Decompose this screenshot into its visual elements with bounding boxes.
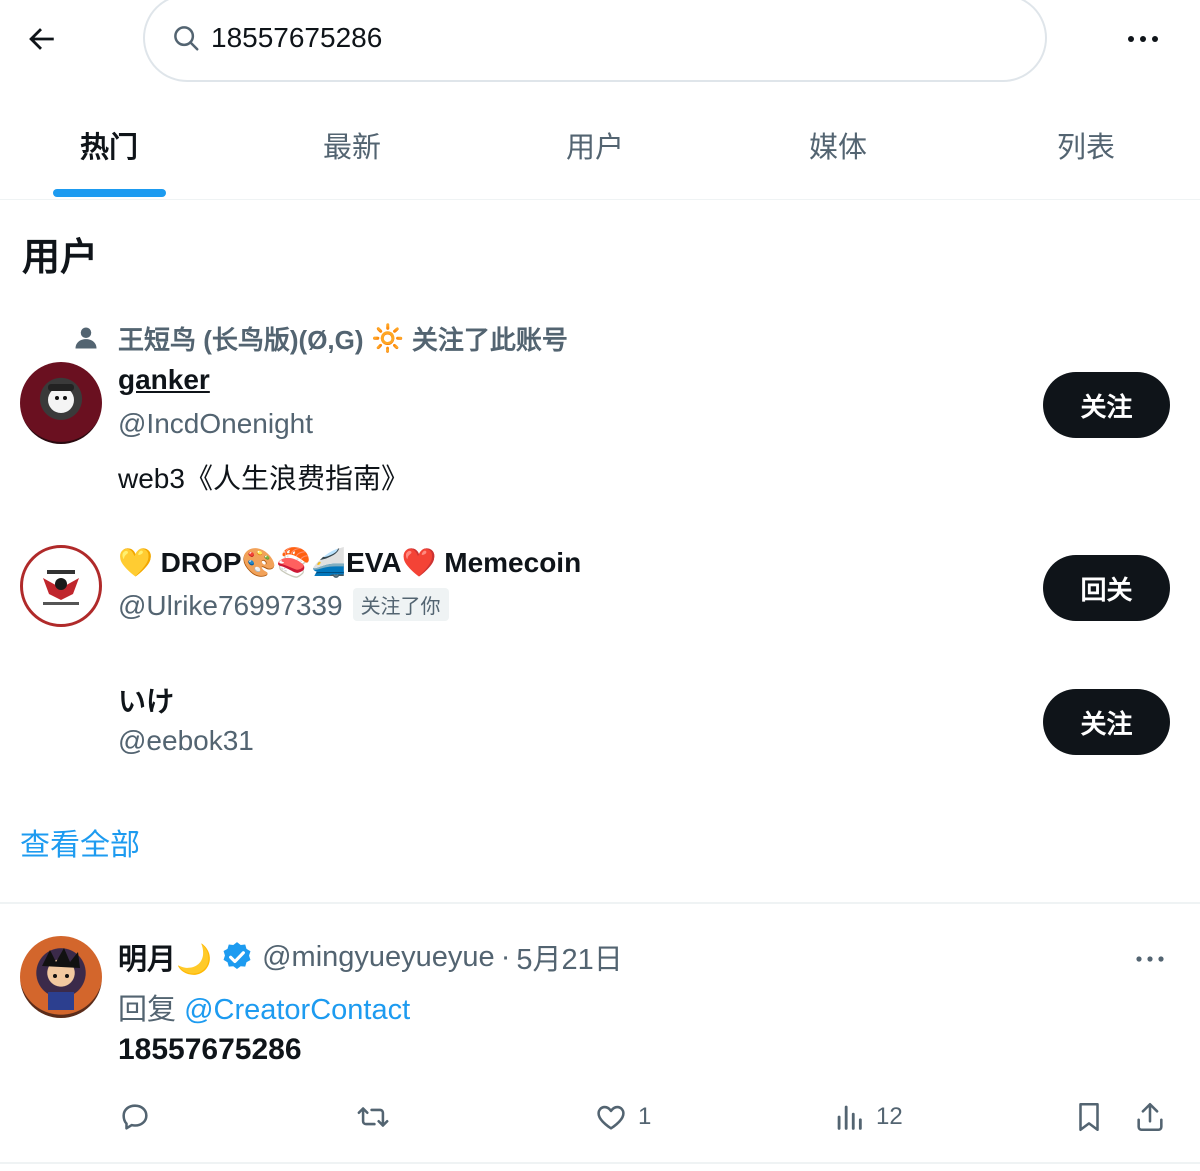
views-icon <box>837 1105 862 1130</box>
follows-you-badge: 关注了你 <box>352 588 449 622</box>
sun-emoji: 🔆 <box>371 322 404 353</box>
verified-badge-icon <box>223 942 251 970</box>
reply-mention-link[interactable]: @CreatorContact <box>184 994 410 1026</box>
tweet-author-handle[interactable]: @mingyueyueyue <box>262 941 495 974</box>
tab-top[interactable]: 热门 <box>0 100 218 190</box>
tab-people[interactable]: 用户 <box>486 100 704 190</box>
retweet-icon <box>357 1107 389 1127</box>
more-icon <box>1136 956 1164 962</box>
meta-separator: · <box>500 940 511 973</box>
like-icon <box>597 1105 625 1130</box>
more-options-button[interactable] <box>1120 22 1166 56</box>
back-button[interactable] <box>18 16 64 62</box>
tab-latest[interactable]: 最新 <box>218 100 486 190</box>
user-name[interactable]: いけ <box>118 680 174 720</box>
reply-prefix: 回复 <box>118 994 177 1026</box>
bottom-divider <box>0 1162 1200 1164</box>
avatar-image <box>42 948 80 1010</box>
user-name[interactable]: 💛 DROP🎨🍣🚄EVA❤️ Memecoin <box>118 546 581 579</box>
avatar[interactable] <box>20 680 102 762</box>
bookmark-button[interactable] <box>1072 1094 1106 1140</box>
user-handle[interactable]: @IncdOnenight <box>118 408 313 440</box>
active-tab-indicator <box>53 189 166 197</box>
more-icon <box>1128 36 1158 42</box>
avatar-image <box>43 570 79 605</box>
follow-button[interactable]: 关注 <box>1043 372 1170 438</box>
views-button[interactable]: 12 <box>832 1094 903 1140</box>
search-input[interactable] <box>211 18 971 58</box>
bookmark-icon <box>1079 1102 1099 1132</box>
section-divider <box>0 902 1200 904</box>
tab-media[interactable]: 媒体 <box>704 100 972 190</box>
tweet-date[interactable]: 5月21日 <box>516 936 622 978</box>
share-button[interactable] <box>1133 1094 1167 1140</box>
reply-context: 回复 @CreatorContact <box>118 986 410 1028</box>
tweet-author-name[interactable]: 明月🌙 <box>118 936 212 978</box>
search-tabs: 热门 最新 用户 媒体 列表 <box>0 100 1200 200</box>
tab-lists[interactable]: 列表 <box>972 100 1200 190</box>
reply-button[interactable] <box>118 1094 152 1140</box>
search-icon <box>174 26 199 51</box>
avatar[interactable] <box>20 545 102 627</box>
like-count: 1 <box>638 1103 652 1130</box>
tweet-more-button[interactable] <box>1128 944 1172 974</box>
views-count: 12 <box>876 1103 903 1130</box>
avatar[interactable] <box>20 362 102 444</box>
follow-back-button[interactable]: 回关 <box>1043 555 1170 621</box>
social-context: 王短鸟 (长鸟版)(Ø,G) 🔆 关注了此账号 <box>72 318 568 358</box>
user-bio: web3《人生浪费指南》 <box>118 463 409 494</box>
reply-icon <box>122 1104 148 1130</box>
tweet-actions: 1 12 <box>0 1094 1200 1140</box>
tweet-text: 18557675286 <box>118 1033 302 1066</box>
user-handle[interactable]: @eebok31 <box>118 725 254 757</box>
social-context-text: 关注了此账号 <box>411 324 568 355</box>
user-handle: @Ulrike76997339 关注了你 <box>118 588 449 624</box>
tweet-header: 明月🌙 @mingyueyueyue · 5月21日 <box>118 936 623 978</box>
avatar-image <box>48 384 74 413</box>
like-button[interactable]: 1 <box>594 1094 651 1140</box>
share-icon <box>1137 1102 1163 1132</box>
avatar[interactable] <box>20 936 102 1018</box>
follow-button[interactable]: 关注 <box>1043 689 1170 755</box>
view-all-link[interactable]: 查看全部 <box>20 820 140 864</box>
search-box[interactable] <box>143 0 1047 82</box>
back-arrow-icon <box>29 28 54 50</box>
top-bar <box>0 0 1200 88</box>
social-context-user[interactable]: 王短鸟 (长鸟版)(Ø,G) <box>118 320 364 357</box>
user-name[interactable]: ganker <box>118 364 210 396</box>
section-title: 用户 <box>22 237 99 279</box>
user-handle-text[interactable]: @Ulrike76997339 <box>118 590 343 621</box>
retweet-button[interactable] <box>356 1094 390 1140</box>
person-icon <box>75 327 97 349</box>
